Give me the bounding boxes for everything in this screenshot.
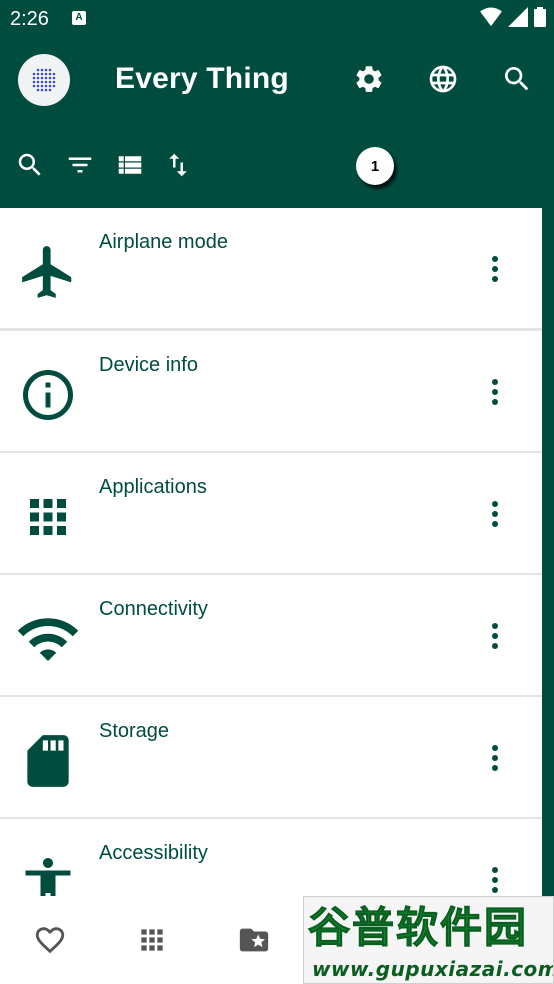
list-item[interactable]: Device info: [0, 331, 542, 451]
list-item-label: Applications: [99, 476, 207, 498]
notification-badge: A: [72, 11, 86, 25]
list-item-label: Airplane mode: [99, 231, 228, 253]
more-options-icon[interactable]: [482, 252, 508, 286]
list-item[interactable]: Connectivity: [0, 575, 542, 695]
list-item-label: Device info: [99, 354, 198, 376]
more-options-icon[interactable]: [482, 741, 508, 775]
starred-folder-icon[interactable]: [236, 922, 272, 958]
more-options-icon[interactable]: [482, 863, 508, 896]
watermark-url-text: www.gupuxiazai.com: [312, 957, 554, 981]
globe-icon[interactable]: [426, 62, 460, 96]
more-options-icon[interactable]: [482, 619, 508, 653]
favorites-icon[interactable]: [32, 922, 68, 958]
settings-list: Airplane mode Device info Applications C…: [0, 208, 542, 896]
scroll-rail[interactable]: [542, 208, 554, 896]
list-item[interactable]: Airplane mode: [0, 208, 542, 328]
battery-icon: [534, 7, 546, 27]
filter-icon[interactable]: [64, 149, 96, 181]
list-item-label: Connectivity: [99, 598, 208, 620]
list-item[interactable]: Accessibility: [0, 819, 542, 896]
apps-grid-icon: [14, 483, 82, 551]
accessibility-icon: [14, 849, 82, 896]
status-bar: 2:26 A: [0, 0, 554, 36]
watermark-logo: 谷普软件园 www.gupuxiazai.com: [303, 896, 554, 984]
info-icon: [14, 361, 82, 429]
watermark-main-text: 谷普软件园: [307, 903, 529, 952]
list-item-label: Storage: [99, 720, 170, 742]
more-options-icon[interactable]: [482, 497, 508, 531]
list-item[interactable]: Applications: [0, 453, 542, 573]
apps-grid-icon[interactable]: [134, 922, 170, 958]
sd-card-icon: [14, 727, 82, 795]
status-icons: [480, 7, 546, 27]
dot-grid-logo-icon: [32, 68, 56, 92]
settings-icon[interactable]: [352, 62, 386, 96]
toolbar-search-icon[interactable]: [14, 149, 46, 181]
more-options-icon[interactable]: [482, 375, 508, 409]
search-icon[interactable]: [500, 62, 534, 96]
airplane-icon: [14, 238, 82, 306]
wifi-icon: [14, 605, 82, 673]
sort-icon[interactable]: [162, 149, 194, 181]
wifi-icon: [480, 7, 502, 27]
app-bar: Every Thing 1: [0, 36, 554, 208]
signal-icon: [508, 7, 528, 27]
count-badge[interactable]: 1: [356, 147, 394, 185]
app-logo-icon[interactable]: [18, 54, 70, 106]
app-title: Every Thing: [115, 62, 289, 95]
status-time: 2:26: [10, 8, 49, 30]
list-view-icon[interactable]: [114, 149, 146, 181]
list-item-label: Accessibility: [99, 842, 208, 864]
list-item[interactable]: Storage: [0, 697, 542, 817]
